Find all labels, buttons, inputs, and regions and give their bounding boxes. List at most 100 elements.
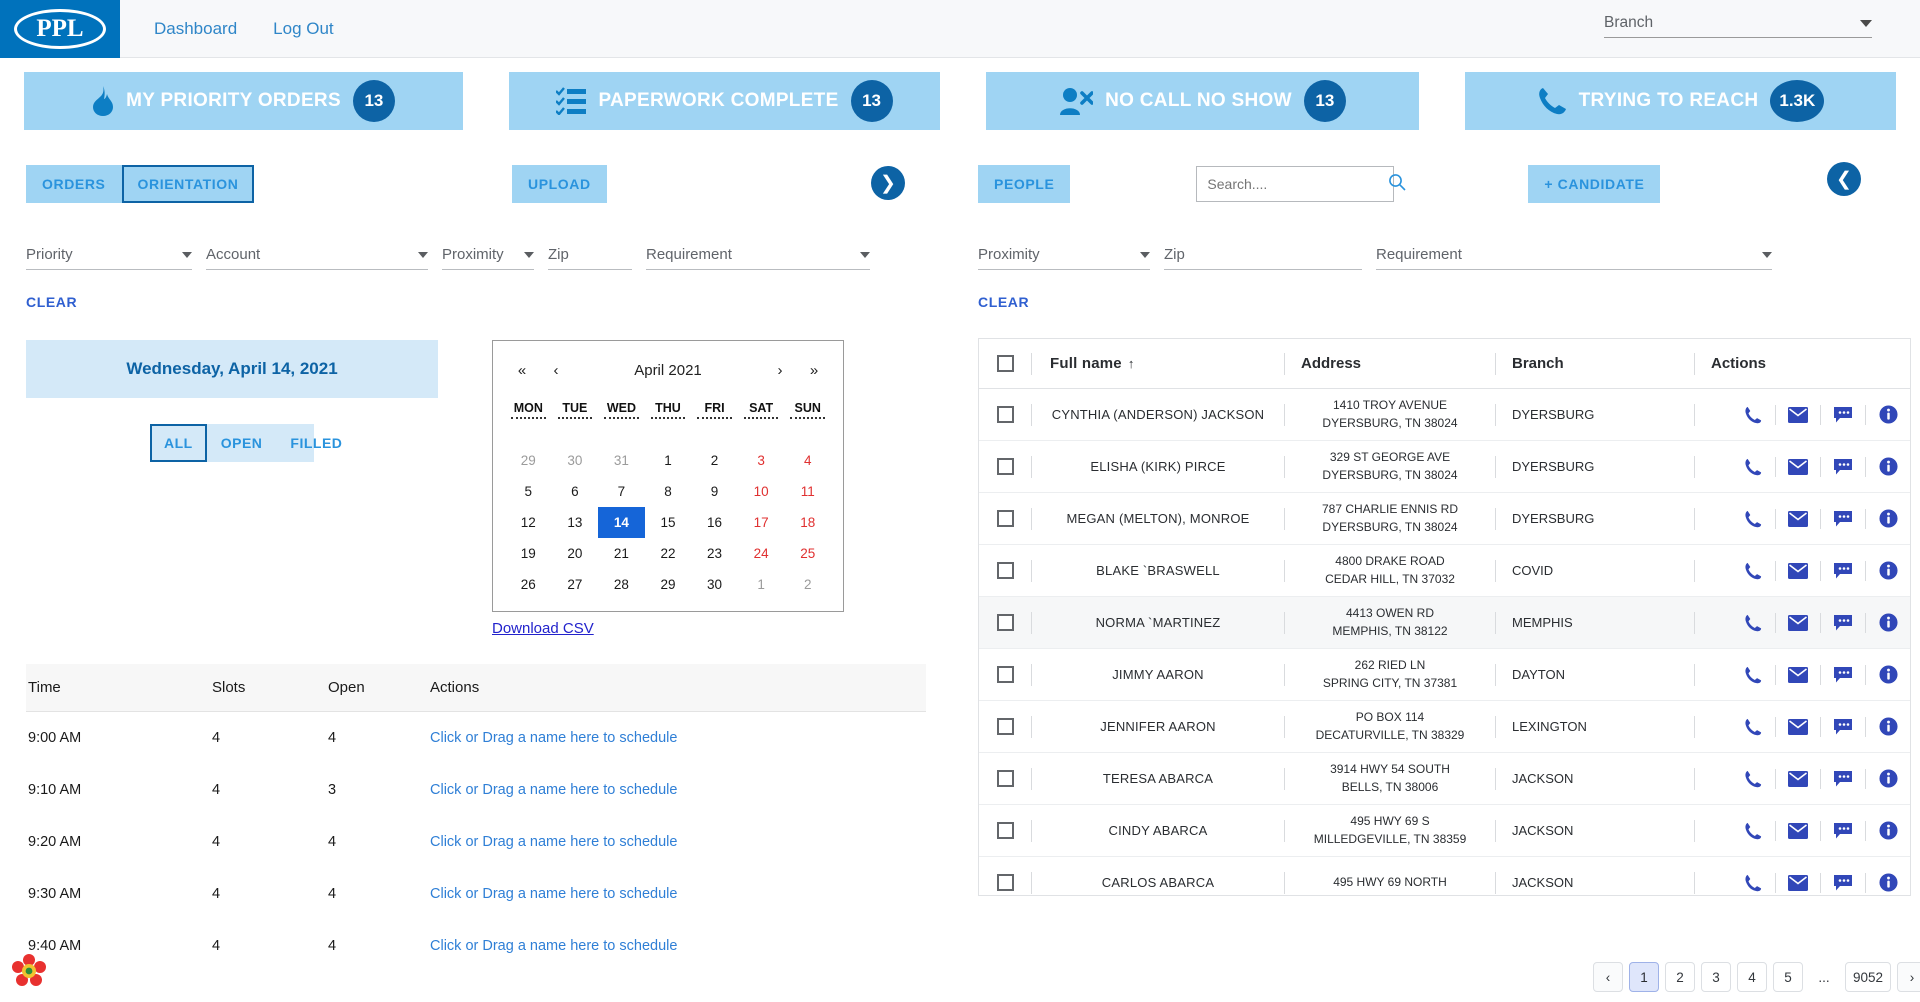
search-box[interactable] <box>1196 166 1406 202</box>
calendar-day[interactable]: 6 <box>552 476 599 507</box>
row-checkbox[interactable] <box>996 562 1014 579</box>
message-icon[interactable] <box>1821 874 1865 891</box>
search-icon[interactable] <box>1388 173 1406 196</box>
chevron-right-circle-icon[interactable]: ❯ <box>871 166 905 200</box>
schedule-drop-link[interactable]: Click or Drag a name here to schedule <box>430 730 677 746</box>
calendar-day[interactable]: 27 <box>552 569 599 600</box>
calendar-day[interactable]: 5 <box>505 476 552 507</box>
phone-icon[interactable] <box>1731 770 1775 788</box>
info-icon[interactable] <box>1866 873 1910 892</box>
kpi-card-paperwork-complete[interactable]: PAPERWORK COMPLETE 13 <box>508 72 941 130</box>
pagination-page-3[interactable]: 3 <box>1700 962 1731 992</box>
tab-orientation[interactable]: ORIENTATION <box>121 165 255 203</box>
email-icon[interactable] <box>1776 770 1820 787</box>
calendar-day[interactable]: 24 <box>738 538 785 569</box>
row-checkbox-cell[interactable] <box>979 822 1031 839</box>
calendar-day[interactable]: 10 <box>738 476 785 507</box>
phone-icon[interactable] <box>1731 458 1775 476</box>
chevron-left-circle-icon[interactable]: ❮ <box>1827 162 1861 196</box>
pagination-page-4[interactable]: 4 <box>1736 962 1767 992</box>
left-clear-button[interactable]: CLEAR <box>26 294 77 310</box>
calendar-day[interactable]: 23 <box>691 538 738 569</box>
email-icon[interactable] <box>1776 510 1820 527</box>
phone-icon[interactable] <box>1731 406 1775 424</box>
info-icon[interactable] <box>1866 821 1910 840</box>
calendar-day[interactable]: 1 <box>738 569 785 600</box>
message-icon[interactable] <box>1821 458 1865 475</box>
row-checkbox[interactable] <box>996 614 1014 631</box>
people-table-row[interactable]: NORMA `MARTINEZ 4413 OWEN RD MEMPHIS, TN 3… <box>979 597 1910 649</box>
email-icon[interactable] <box>1776 562 1820 579</box>
row-checkbox[interactable] <box>996 822 1014 839</box>
phone-icon[interactable] <box>1731 562 1775 580</box>
select-all-checkbox-cell[interactable] <box>979 355 1031 372</box>
filter-priority[interactable]: Priority <box>26 246 192 270</box>
info-icon[interactable] <box>1866 561 1910 580</box>
info-icon[interactable] <box>1866 665 1910 684</box>
add-candidate-button[interactable]: + CANDIDATE <box>1528 165 1661 203</box>
nav-link-logout[interactable]: Log Out <box>273 19 334 39</box>
row-checkbox-cell[interactable] <box>979 510 1031 527</box>
people-table-row[interactable]: BLAKE `BRASWELL 4800 DRAKE ROAD CEDAR HILL… <box>979 545 1910 597</box>
email-icon[interactable] <box>1776 458 1820 475</box>
tab-orders[interactable]: ORDERS <box>26 165 122 203</box>
people-table-row[interactable]: JIMMY AARON 262 RIED LN SPRING CITY, TN 37… <box>979 649 1910 701</box>
message-icon[interactable] <box>1821 718 1865 735</box>
message-icon[interactable] <box>1821 666 1865 683</box>
pagination-prev-button[interactable]: ‹ <box>1592 962 1623 992</box>
row-checkbox-cell[interactable] <box>979 614 1031 631</box>
schedule-action-cell[interactable]: Click or Drag a name here to schedule <box>430 834 926 850</box>
email-icon[interactable] <box>1776 666 1820 683</box>
segment-filled[interactable]: FILLED <box>276 424 356 462</box>
email-icon[interactable] <box>1776 874 1820 891</box>
pagination-page-5[interactable]: 5 <box>1772 962 1803 992</box>
info-icon[interactable] <box>1866 405 1910 424</box>
phone-icon[interactable] <box>1731 614 1775 632</box>
calendar-day[interactable]: 15 <box>645 507 692 538</box>
phone-icon[interactable] <box>1731 822 1775 840</box>
calendar-day[interactable]: 3 <box>738 445 785 476</box>
message-icon[interactable] <box>1821 822 1865 839</box>
calendar-day[interactable]: 12 <box>505 507 552 538</box>
calendar-day[interactable]: 11 <box>784 476 831 507</box>
calendar-day[interactable]: 31 <box>598 445 645 476</box>
calendar-day[interactable]: 17 <box>738 507 785 538</box>
email-icon[interactable] <box>1776 406 1820 423</box>
calendar-day[interactable]: 26 <box>505 569 552 600</box>
calendar-day[interactable]: 30 <box>552 445 599 476</box>
filter-requirement-right[interactable]: Requirement <box>1376 246 1772 270</box>
schedule-action-cell[interactable]: Click or Drag a name here to schedule <box>430 782 926 798</box>
message-icon[interactable] <box>1821 614 1865 631</box>
calendar-next-year-button[interactable]: » <box>797 362 831 379</box>
calendar-day[interactable]: 21 <box>598 538 645 569</box>
row-checkbox[interactable] <box>996 666 1014 683</box>
people-tab-button[interactable]: PEOPLE <box>978 165 1071 203</box>
message-icon[interactable] <box>1821 406 1865 423</box>
phone-icon[interactable] <box>1731 666 1775 684</box>
email-icon[interactable] <box>1776 718 1820 735</box>
email-icon[interactable] <box>1776 614 1820 631</box>
people-table-row[interactable]: JENNIFER AARON PO BOX 114 DECATURVILLE, TN… <box>979 701 1910 753</box>
calendar-day[interactable]: 14 <box>598 507 645 538</box>
kpi-card-no-call-no-show[interactable]: NO CALL NO SHOW 13 <box>985 72 1420 130</box>
right-clear-button[interactable]: CLEAR <box>978 294 1029 310</box>
select-all-checkbox[interactable] <box>996 355 1014 372</box>
schedule-action-cell[interactable]: Click or Drag a name here to schedule <box>430 938 926 954</box>
calendar-prev-year-button[interactable]: « <box>505 362 539 379</box>
calendar-day[interactable]: 18 <box>784 507 831 538</box>
schedule-drop-link[interactable]: Click or Drag a name here to schedule <box>430 938 677 954</box>
segment-all[interactable]: ALL <box>150 424 207 462</box>
calendar-day[interactable]: 7 <box>598 476 645 507</box>
row-checkbox[interactable] <box>996 770 1014 787</box>
email-icon[interactable] <box>1776 822 1820 839</box>
people-table-row[interactable]: CYNTHIA (ANDERSON) JACKSON 1410 TROY AVEN… <box>979 389 1910 441</box>
calendar-day[interactable]: 30 <box>691 569 738 600</box>
search-input[interactable] <box>1207 176 1389 192</box>
filter-requirement[interactable]: Requirement <box>646 246 870 270</box>
kpi-card-my-priority-orders[interactable]: MY PRIORITY ORDERS 13 <box>24 72 464 130</box>
calendar-day[interactable]: 22 <box>645 538 692 569</box>
schedule-action-cell[interactable]: Click or Drag a name here to schedule <box>430 730 926 746</box>
calendar-day[interactable]: 29 <box>505 445 552 476</box>
calendar-day[interactable]: 16 <box>691 507 738 538</box>
row-checkbox[interactable] <box>996 406 1014 423</box>
